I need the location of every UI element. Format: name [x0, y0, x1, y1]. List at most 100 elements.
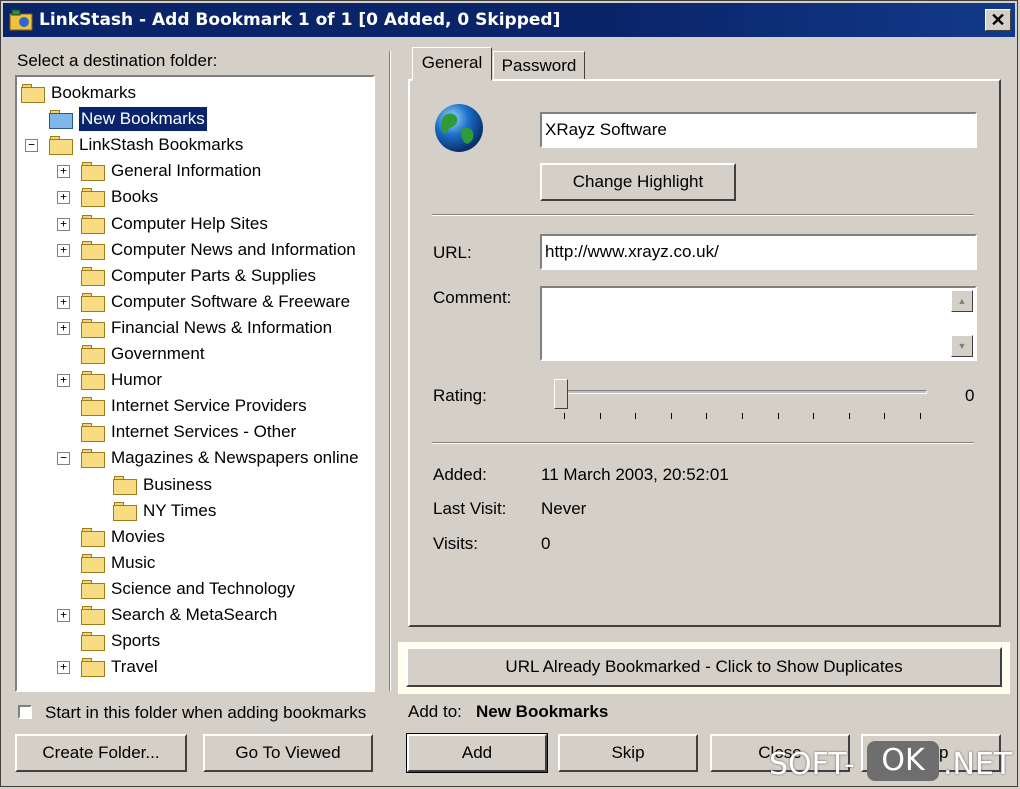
tree-item-label: Sports — [111, 631, 161, 651]
tree-item[interactable]: + General Information — [17, 159, 373, 183]
separator — [432, 214, 974, 216]
rating-tick — [777, 413, 779, 419]
rating-slider-thumb[interactable] — [554, 379, 568, 409]
tree-item-label: Financial News & Information — [111, 317, 333, 337]
tree-item[interactable]: Bookmarks — [17, 81, 373, 105]
rating-tick — [884, 413, 886, 419]
change-highlight-button[interactable]: Change Highlight — [540, 163, 736, 201]
close-icon[interactable]: ✕ — [985, 9, 1011, 31]
tree-item-label: Internet Services - Other — [111, 422, 297, 442]
folder-icon — [81, 397, 105, 417]
add-button[interactable]: Add — [406, 733, 548, 773]
expand-icon[interactable]: + — [57, 191, 70, 205]
tab-password[interactable]: Password — [493, 51, 585, 79]
tree-item-label: Computer Help Sites — [111, 213, 268, 233]
tree-item[interactable]: + Computer Software & Freeware — [17, 290, 373, 314]
watermark-right: .NET — [943, 747, 1013, 782]
tree-item[interactable]: New Bookmarks — [17, 106, 373, 133]
tree-item[interactable]: + Computer News and Information — [17, 238, 373, 262]
tree-item[interactable]: − LinkStash Bookmarks — [17, 133, 373, 157]
start-in-folder-label: Start in this folder when adding bookmar… — [45, 703, 367, 722]
watermark-mid: OK — [867, 741, 939, 781]
tree-item[interactable]: + Humor — [17, 368, 373, 392]
folder-icon — [81, 188, 105, 208]
rating-tick — [706, 413, 708, 419]
create-folder-button[interactable]: Create Folder... — [15, 734, 187, 772]
visits-value: 0 — [541, 534, 551, 553]
folder-icon — [81, 658, 105, 678]
tab-general[interactable]: General — [412, 47, 492, 81]
tree-item[interactable]: + Financial News & Information — [17, 316, 373, 340]
add-to-folder: New Bookmarks — [476, 702, 609, 721]
rating-value: 0 — [965, 386, 975, 405]
collapse-icon[interactable]: − — [25, 139, 38, 153]
tree-item[interactable]: − Magazines & Newspapers online — [17, 446, 373, 470]
expand-icon[interactable]: + — [57, 374, 70, 388]
tree-item[interactable]: Government — [17, 342, 373, 366]
folder-icon — [81, 266, 105, 286]
folder-icon — [81, 345, 105, 364]
tree-item-label: Books — [111, 187, 159, 207]
pane-divider — [389, 51, 391, 691]
window-title: LinkStash - Add Bookmark 1 of 1 [0 Added… — [39, 10, 561, 30]
tree-item[interactable]: Movies — [17, 525, 373, 549]
expand-icon[interactable]: + — [57, 217, 70, 231]
expand-icon[interactable]: + — [57, 609, 70, 622]
tree-item[interactable]: Business — [17, 473, 373, 497]
tree-item-label: Internet Service Providers — [111, 396, 307, 416]
tree-item[interactable]: Science and Technology — [17, 577, 373, 601]
expand-icon[interactable]: + — [57, 661, 70, 675]
folder-icon — [81, 371, 105, 391]
comment-label: Comment: — [433, 288, 512, 307]
tree-item-label: Computer News and Information — [111, 239, 356, 259]
url-field[interactable]: http://www.xrayz.co.uk/ — [540, 234, 977, 270]
tree-item[interactable]: Internet Service Providers — [17, 394, 373, 418]
tree-item-label: Government — [111, 344, 205, 363]
expand-icon[interactable]: + — [57, 243, 70, 257]
scroll-up-icon[interactable]: ▲ — [951, 290, 973, 312]
comment-field[interactable] — [540, 286, 977, 361]
expand-icon[interactable]: + — [57, 165, 70, 179]
separator — [432, 442, 974, 444]
url-label: URL: — [433, 243, 472, 262]
collapse-icon[interactable]: − — [57, 452, 70, 466]
expand-icon[interactable]: + — [57, 295, 70, 309]
tree-item-label: Music — [111, 552, 156, 572]
tree-item-label: Search & MetaSearch — [111, 605, 278, 624]
tree-item[interactable]: NY Times — [17, 499, 373, 523]
tree-item[interactable]: Music — [17, 551, 373, 575]
tree-item[interactable]: Sports — [17, 629, 373, 653]
tree-item[interactable]: + Books — [17, 185, 373, 209]
start-in-folder-checkbox[interactable] — [18, 705, 32, 719]
rating-slider-track[interactable] — [564, 390, 927, 394]
watermark-left: SOFT- — [769, 747, 855, 782]
watermark: SOFT- OK .NET — [767, 739, 1017, 785]
rating-label: Rating: — [433, 386, 487, 405]
add-to-label: Add to: — [408, 702, 462, 721]
title-bar[interactable]: LinkStash - Add Bookmark 1 of 1 [0 Added… — [3, 3, 1015, 37]
tree-item[interactable]: + Computer Help Sites — [17, 212, 373, 236]
folder-icon — [81, 240, 105, 260]
folder-icon — [81, 632, 105, 652]
tree-item[interactable]: + Travel — [17, 655, 373, 679]
folder-icon — [113, 475, 137, 495]
tree-item[interactable]: Internet Services - Other — [17, 420, 373, 444]
tree-item[interactable]: + Search & MetaSearch — [17, 603, 373, 627]
show-duplicates-button[interactable]: URL Already Bookmarked - Click to Show D… — [406, 647, 1002, 687]
expand-icon[interactable]: + — [57, 321, 70, 335]
folder-tree[interactable]: Bookmarks New Bookmarks − LinkStash Bookmar… — [15, 75, 375, 692]
folder-icon — [81, 162, 105, 182]
folder-icon — [113, 501, 137, 521]
folder-icon — [49, 136, 73, 156]
rating-tick — [670, 413, 672, 419]
tree-item[interactable]: Computer Parts & Supplies — [17, 264, 373, 288]
scroll-down-icon[interactable]: ▼ — [951, 335, 973, 357]
go-to-viewed-button[interactable]: Go To Viewed — [203, 734, 373, 772]
skip-button[interactable]: Skip — [558, 734, 698, 772]
title-field[interactable]: XRayz Software — [540, 112, 977, 148]
tree-item-label: Movies — [111, 526, 165, 546]
tree-item-label: Business — [143, 474, 212, 494]
rating-tick — [564, 413, 565, 419]
rating-tick — [742, 413, 743, 419]
last-visit-value: Never — [541, 499, 587, 518]
